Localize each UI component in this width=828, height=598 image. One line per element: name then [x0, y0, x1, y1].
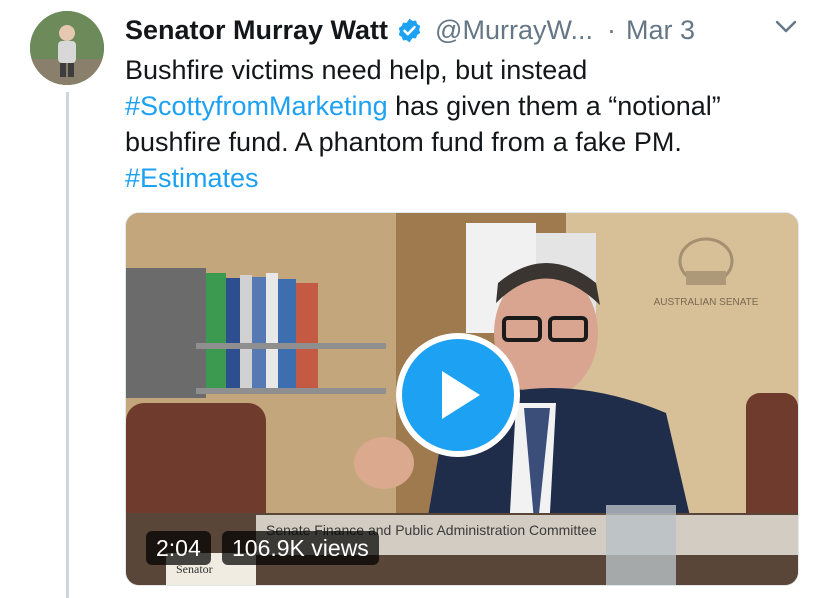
tweet-header: Senator Murray Watt @MurrayW... · Mar 3: [125, 12, 800, 48]
tweet-line: bushfire fund. A phantom fund from a fak…: [125, 127, 682, 157]
author-handle[interactable]: @MurrayW...: [435, 15, 593, 46]
author-avatar[interactable]: [30, 11, 104, 85]
tweet-line: #ScottyfromMarketing has given them a “n…: [125, 88, 805, 124]
video-views-badge: 106.9K views: [222, 531, 379, 565]
senate-wall-text: AUSTRALIAN SENATE: [654, 297, 759, 308]
tweet-line: Bushfire victims need help, but instead: [125, 55, 588, 85]
play-icon: [442, 371, 480, 419]
play-button[interactable]: [396, 333, 520, 457]
tweet-date[interactable]: Mar 3: [626, 15, 695, 46]
avatar-image: [30, 11, 104, 85]
separator-dot: ·: [606, 14, 616, 45]
verified-badge-icon: [396, 17, 423, 44]
author-display-name[interactable]: Senator Murray Watt: [125, 15, 388, 46]
hashtag-link[interactable]: #Estimates: [125, 163, 259, 193]
tweet-line: #Estimates: [125, 160, 805, 196]
chevron-down-icon[interactable]: [774, 16, 798, 36]
tweet-text-fragment: has given them a “notional”: [387, 91, 721, 121]
tweet-text: Bushfire victims need help, but instead …: [125, 52, 805, 196]
video-player[interactable]: AUSTRALIAN SENATE Senate Finance and Pub…: [125, 212, 799, 586]
hashtag-link[interactable]: #ScottyfromMarketing: [125, 91, 388, 121]
thread-line: [66, 92, 69, 598]
video-duration-badge: 2:04: [146, 531, 211, 565]
